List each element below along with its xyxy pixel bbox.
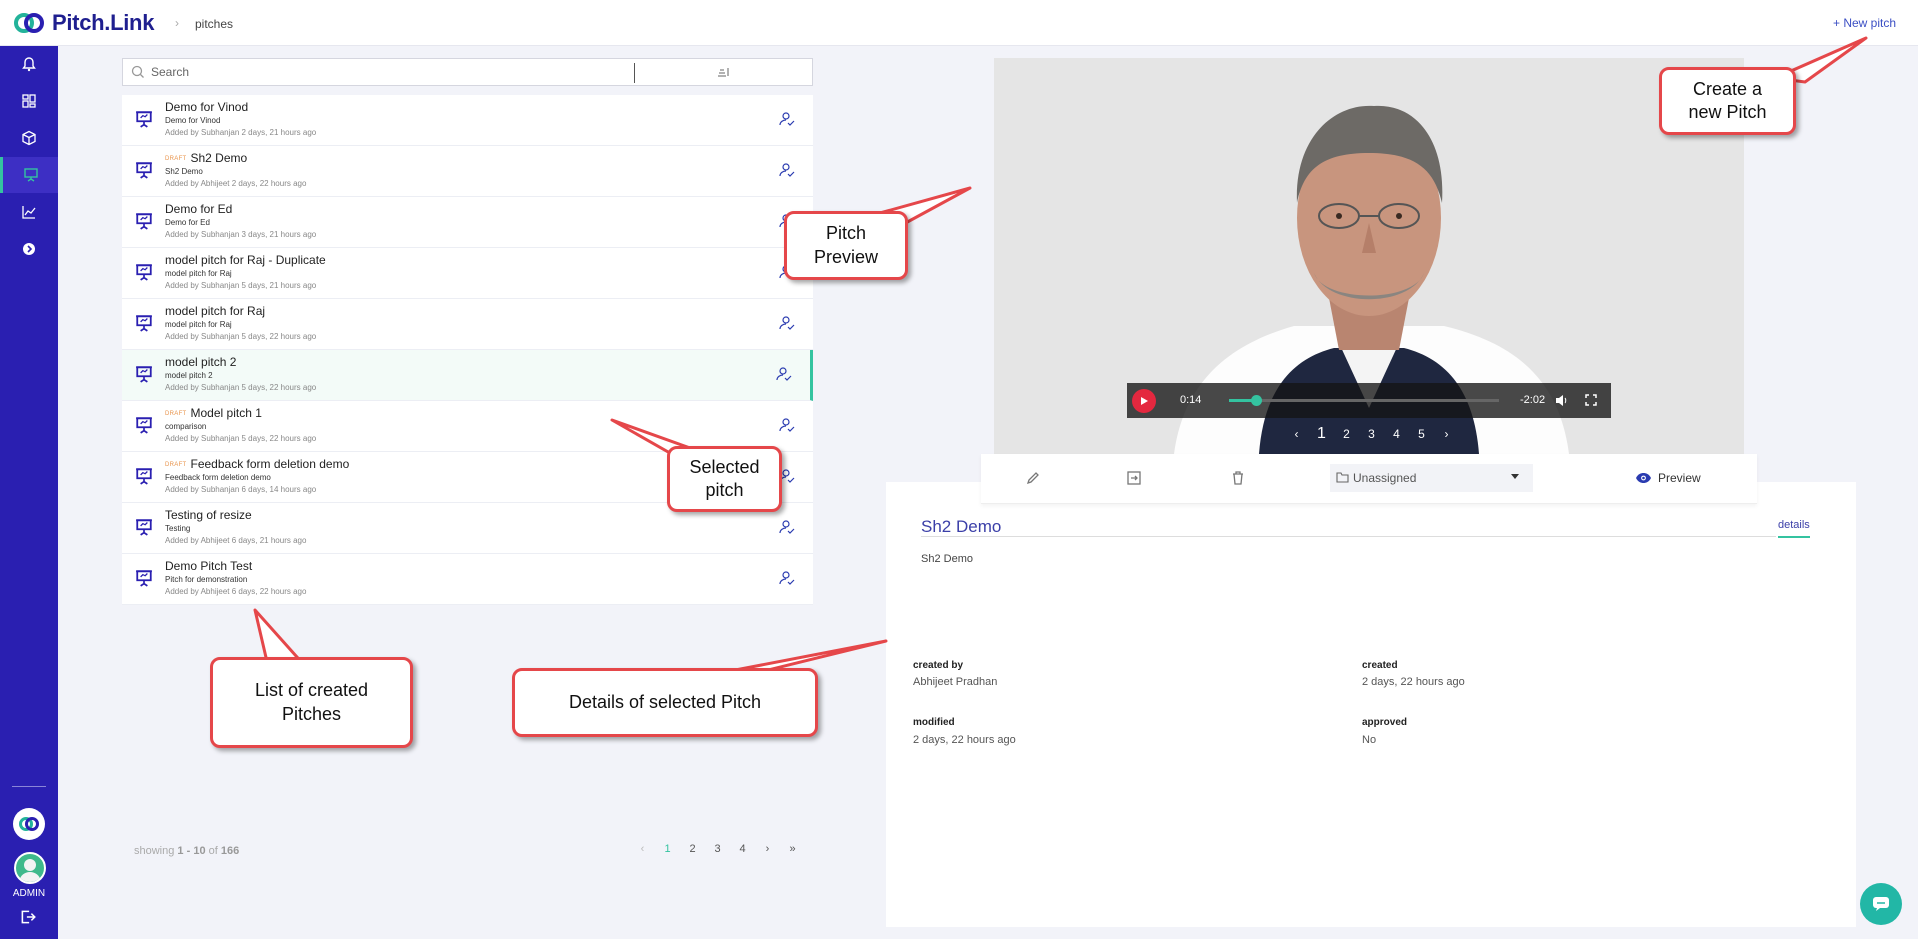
callout-pitch-details: Details of selected Pitch [512, 668, 818, 737]
callout-pitch-list: List of created Pitches [210, 657, 413, 748]
callout-create-pitch: Create a new Pitch [1659, 67, 1796, 135]
callout-pointers [253, 36, 1868, 674]
callout-selected-pitch: Selected pitch [667, 446, 782, 512]
callout-pitch-preview: Pitch Preview [784, 211, 908, 280]
